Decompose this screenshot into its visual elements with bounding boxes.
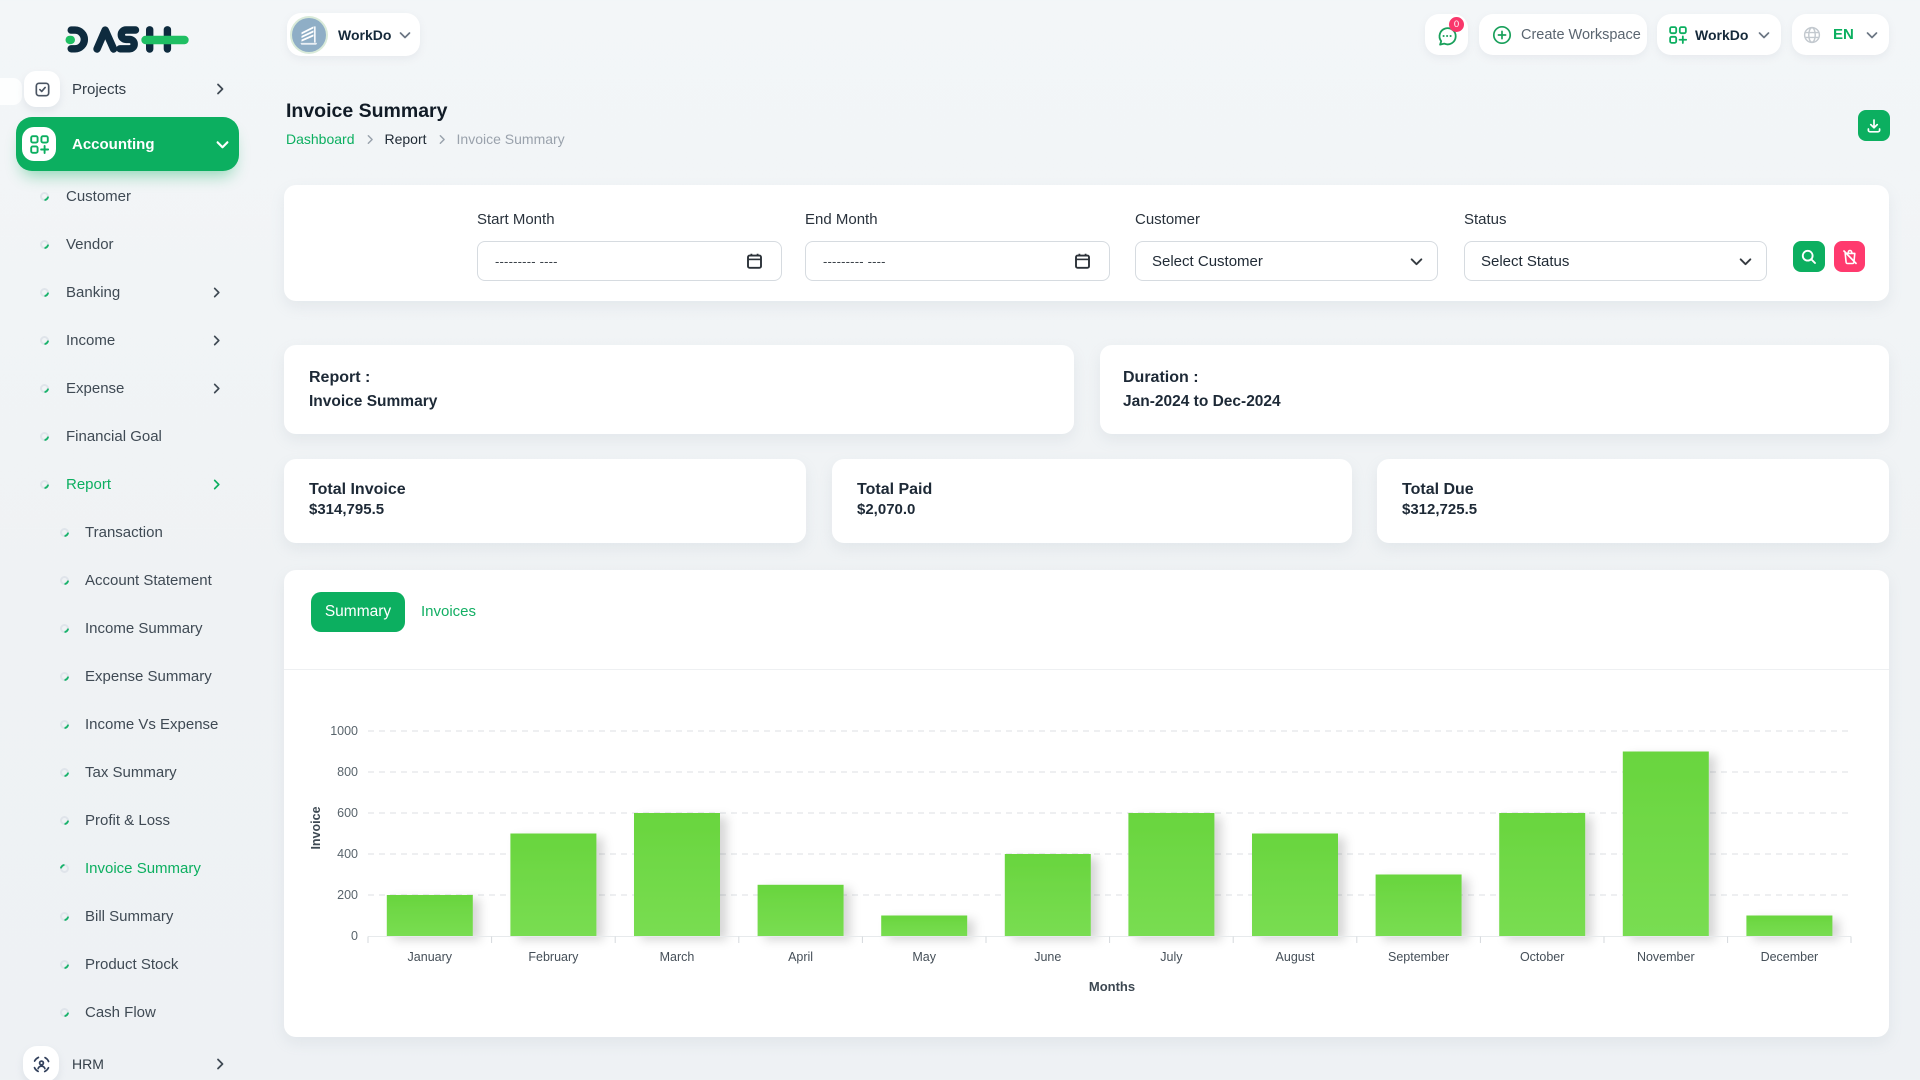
svg-text:October: October [1520,950,1564,964]
svg-text:June: June [1034,950,1061,964]
svg-text:400: 400 [337,847,358,861]
svg-text:January: January [408,950,453,964]
svg-text:November: November [1637,950,1695,964]
svg-text:May: May [912,950,936,964]
svg-text:September: September [1388,950,1449,964]
svg-text:Invoice: Invoice [309,806,323,849]
svg-text:1000: 1000 [330,724,358,738]
svg-text:200: 200 [337,888,358,902]
svg-text:February: February [528,950,579,964]
svg-text:800: 800 [337,765,358,779]
svg-text:December: December [1761,950,1819,964]
svg-text:600: 600 [337,806,358,820]
svg-text:March: March [660,950,695,964]
svg-text:0: 0 [351,929,358,943]
svg-text:Months: Months [1089,979,1135,994]
svg-text:July: July [1160,950,1183,964]
svg-text:August: August [1276,950,1315,964]
svg-text:April: April [788,950,813,964]
